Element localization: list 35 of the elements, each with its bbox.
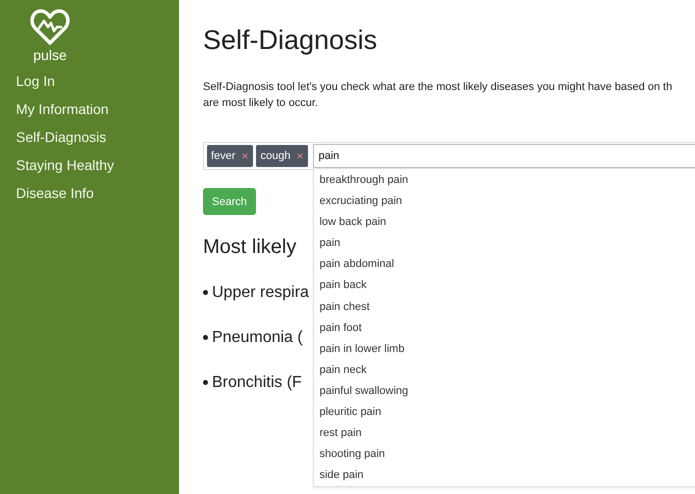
- page-title: Self-Diagnosis: [203, 25, 378, 56]
- symptom-input[interactable]: pain: [313, 144, 695, 168]
- result-item: Pneumonia (: [212, 328, 303, 346]
- suggestion-item[interactable]: shooting pain: [314, 444, 695, 466]
- suggestion-item[interactable]: excruciating pain: [314, 191, 695, 212]
- result-item: Upper respira: [212, 284, 309, 302]
- suggestion-item[interactable]: pain in lower limb: [314, 338, 695, 360]
- heart-pulse-icon: [30, 8, 70, 46]
- nav-link[interactable]: Staying Healthy: [0, 151, 130, 179]
- nav-link[interactable]: Log In: [0, 67, 71, 95]
- suggestion-item[interactable]: side pain: [314, 465, 695, 486]
- suggestion-item[interactable]: pain foot: [314, 318, 695, 339]
- suggestion-item[interactable]: pain back: [314, 275, 695, 297]
- description-text: Self-Diagnosis tool let's you check what are the most likely diseases you might have based on th: [203, 80, 674, 95]
- results-heading: Most likely: [203, 236, 296, 259]
- suggestion-item[interactable]: pain neck: [314, 360, 695, 381]
- description-text: are most likely to occur.: [203, 96, 319, 111]
- result-item: Bronchitis (F: [212, 374, 302, 392]
- nav-link[interactable]: Disease Info: [0, 179, 110, 207]
- suggestion-item[interactable]: pain chest: [314, 296, 695, 318]
- logo-text: pulse: [33, 47, 67, 63]
- suggestion-item[interactable]: rest pain: [314, 423, 695, 444]
- suggestion-item[interactable]: pleuritic pain: [314, 402, 695, 424]
- nav-link[interactable]: My Information: [0, 95, 125, 123]
- suggestion-item[interactable]: low back pain: [314, 212, 695, 234]
- suggestion-item[interactable]: pain: [314, 233, 695, 254]
- tag-label: fever: [211, 150, 236, 162]
- bullet-icon: [203, 290, 208, 295]
- suggestion-item[interactable]: pain abdominal: [314, 254, 695, 276]
- bullet-icon: [203, 335, 208, 340]
- nav-link[interactable]: Self-Diagnosis: [0, 123, 122, 151]
- tag-label: cough: [260, 150, 290, 162]
- suggestion-item[interactable]: breakthrough pain: [314, 170, 695, 192]
- suggestion-item[interactable]: painful swallowing: [314, 380, 695, 402]
- bullet-icon: [203, 380, 208, 385]
